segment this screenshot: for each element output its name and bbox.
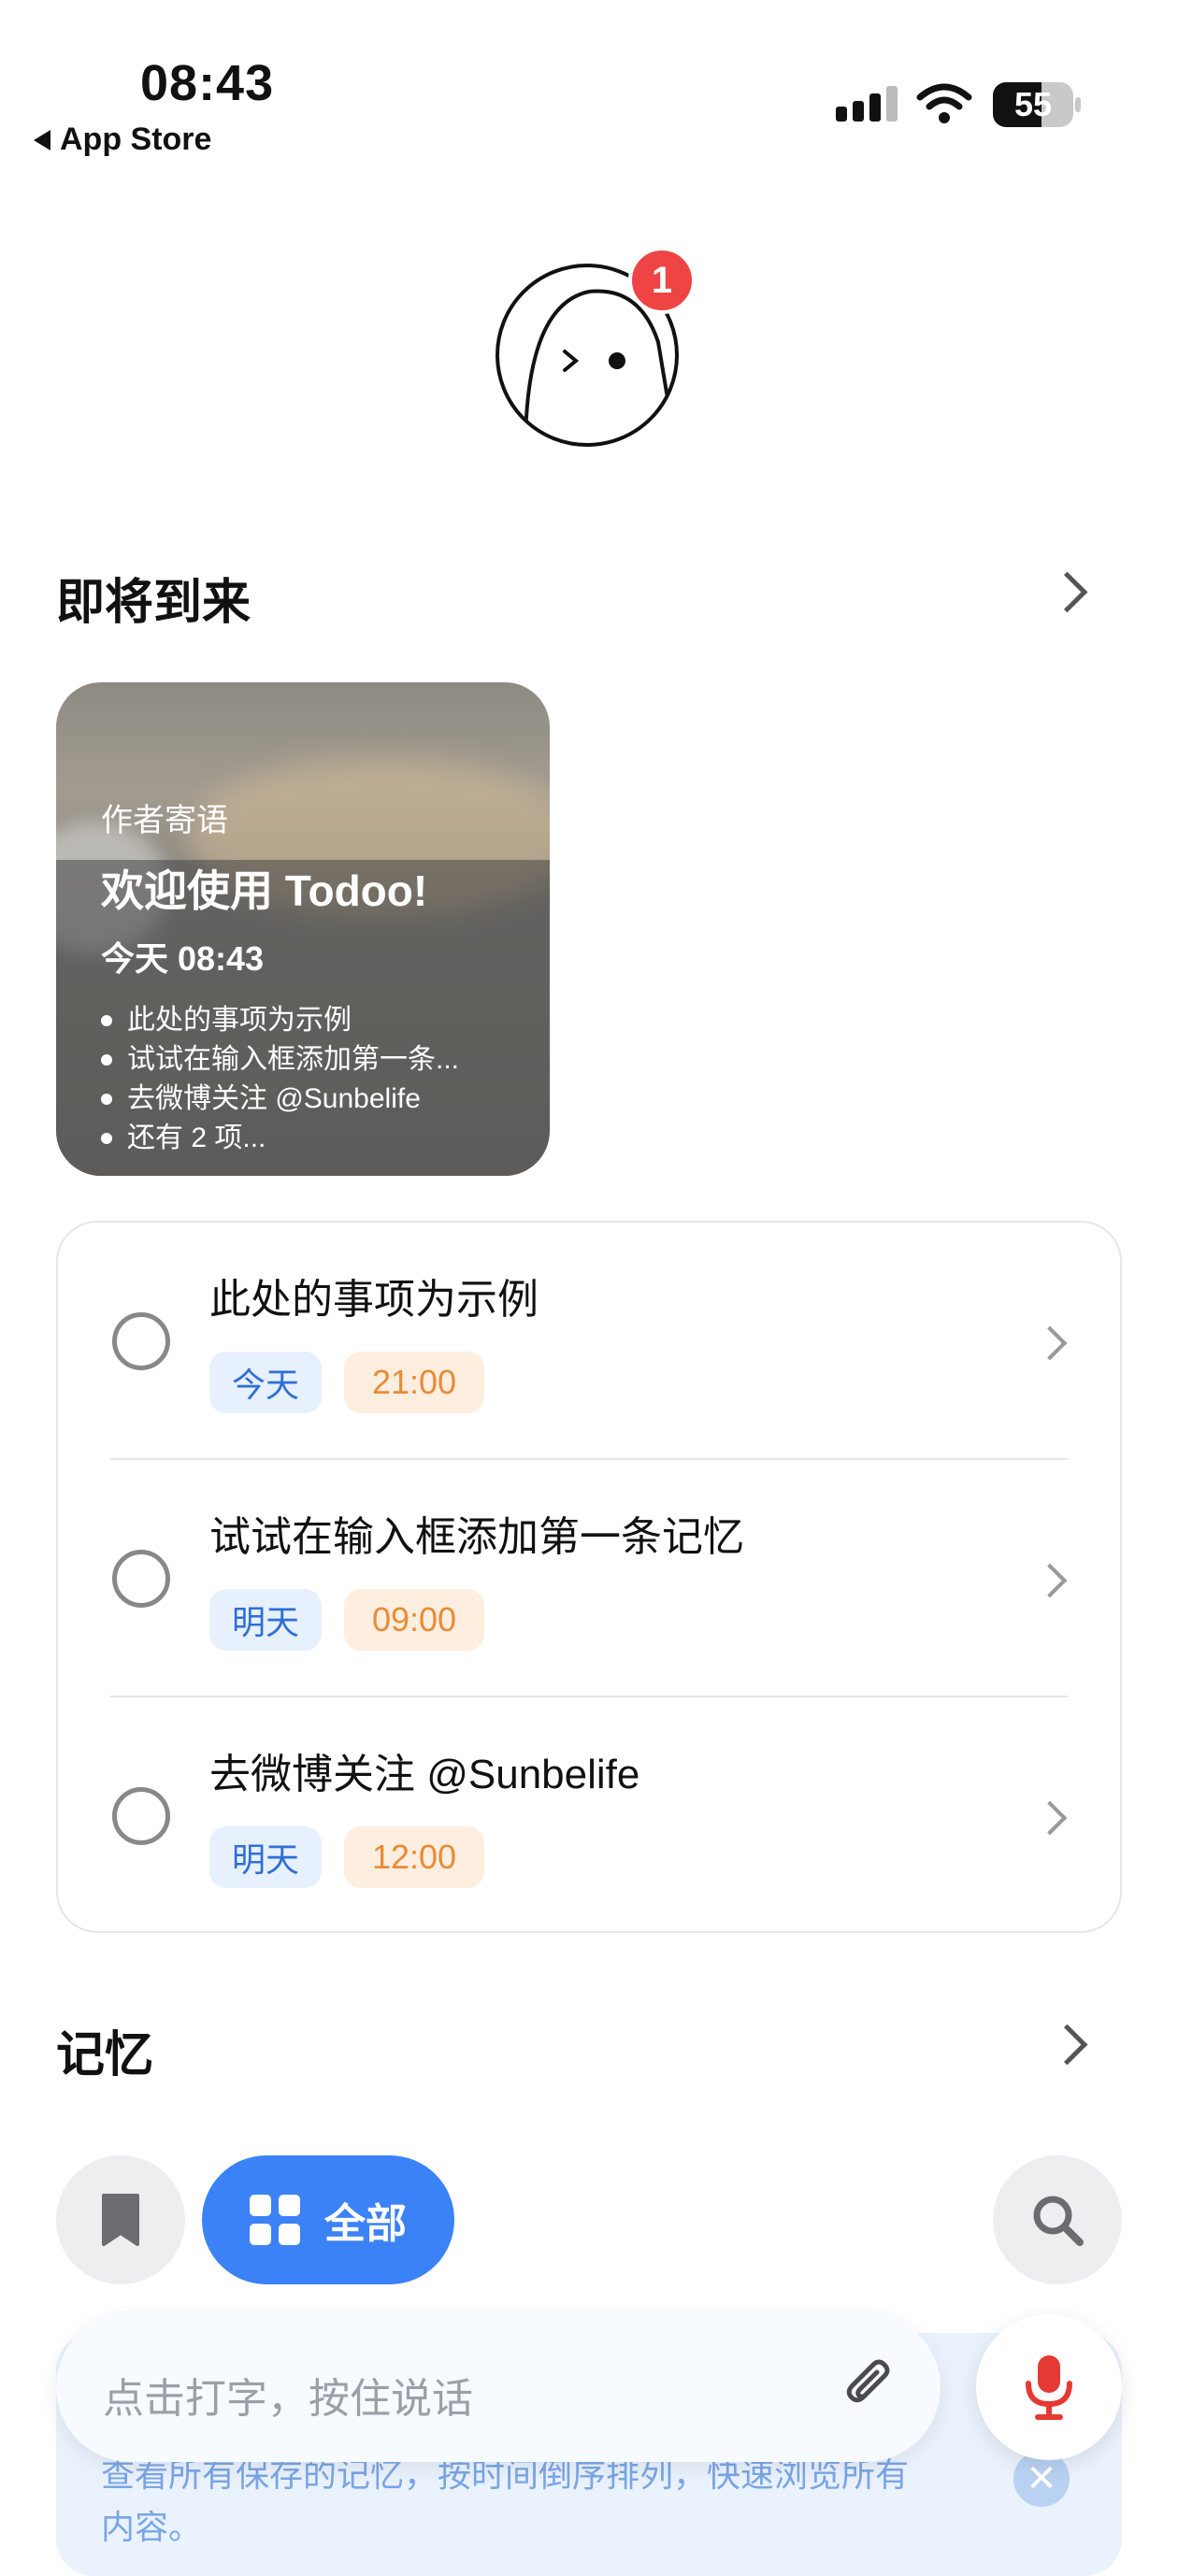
status-time: 08:43 (140, 55, 275, 111)
todo-row[interactable]: 试试在输入框添加第一条记忆 明天 09:00 (58, 1460, 1120, 1697)
todo-text: 此处的事项为示例 (209, 1277, 539, 1323)
voice-input-button[interactable] (976, 2314, 1122, 2460)
todo-chevron-icon (1032, 1800, 1068, 1836)
todo-time-tag: 09:00 (344, 1589, 484, 1651)
back-app-label: App Store (60, 122, 212, 157)
upcoming-card[interactable]: 作者寄语 欢迎使用 Todoo! 今天 08:43 此处的事项为示例 试试在输入… (56, 682, 550, 1176)
todo-day-tag: 明天 (209, 1589, 322, 1651)
card-item: 去微博关注 @Sunbelife (101, 1080, 459, 1119)
todo-row[interactable]: 去微博关注 @Sunbelife 明天 12:00 (58, 1697, 1120, 1935)
microphone-icon (1026, 2355, 1072, 2420)
card-item: 还有 2 项... (101, 1119, 459, 1158)
cellular-signal-icon (836, 86, 898, 122)
todo-row[interactable]: 此处的事项为示例 今天 21:00 (58, 1223, 1120, 1460)
todo-day-tag: 今天 (209, 1352, 322, 1413)
upcoming-title: 即将到来 (56, 576, 251, 630)
todo-text: 去微博关注 @Sunbelife (209, 1752, 640, 1797)
back-to-app-store[interactable]: App Store (34, 122, 211, 158)
bookmark-icon (102, 2194, 139, 2246)
wifi-icon (916, 83, 972, 123)
input-placeholder: 点击打字，按住说话 (103, 2376, 473, 2422)
battery-level: 55 (1013, 85, 1053, 123)
hint-text: 查看所有保存的记忆，按时间倒序排列，快速浏览所有内容。 (101, 2455, 910, 2546)
upcoming-chevron-icon[interactable] (1046, 571, 1088, 613)
card-item: 试试在输入框添加第一条... (101, 1040, 459, 1080)
memory-chevron-icon[interactable] (1046, 2024, 1088, 2066)
todo-text: 试试在输入框添加第一条记忆 (209, 1514, 744, 1560)
search-icon (1033, 2196, 1084, 2246)
card-kicker: 作者寄语 (101, 803, 228, 838)
card-time: 今天 08:43 (101, 939, 265, 978)
card-item-list: 此处的事项为示例 试试在输入框添加第一条... 去微博关注 @Sunbelife… (101, 1001, 459, 1158)
paperclip-icon[interactable] (841, 2357, 898, 2413)
back-arrow-icon (34, 129, 50, 150)
todo-checkbox[interactable] (112, 1787, 170, 1845)
todo-chevron-icon (1032, 1563, 1068, 1598)
todo-checkbox[interactable] (112, 1550, 170, 1608)
grid-icon (250, 2195, 300, 2245)
memory-title: 记忆 (56, 2028, 154, 2082)
search-button[interactable] (993, 2155, 1122, 2284)
todo-day-tag: 明天 (209, 1826, 322, 1888)
all-filter-label: 全部 (324, 2201, 407, 2247)
all-filter-button[interactable]: 全部 (202, 2155, 454, 2284)
todo-checkbox[interactable] (112, 1312, 170, 1370)
todo-chevron-icon (1032, 1325, 1068, 1361)
card-item: 此处的事项为示例 (101, 1001, 459, 1040)
bookmark-filter-button[interactable] (56, 2155, 185, 2284)
card-title: 欢迎使用 Todoo! (101, 866, 428, 915)
todo-time-tag: 21:00 (344, 1352, 484, 1413)
todo-list: 此处的事项为示例 今天 21:00 试试在输入框添加第一条记忆 明天 09:00… (56, 1221, 1122, 1933)
battery-icon: 55 (993, 82, 1081, 127)
todo-time-tag: 12:00 (344, 1826, 484, 1888)
notification-badge: 1 (628, 247, 696, 314)
